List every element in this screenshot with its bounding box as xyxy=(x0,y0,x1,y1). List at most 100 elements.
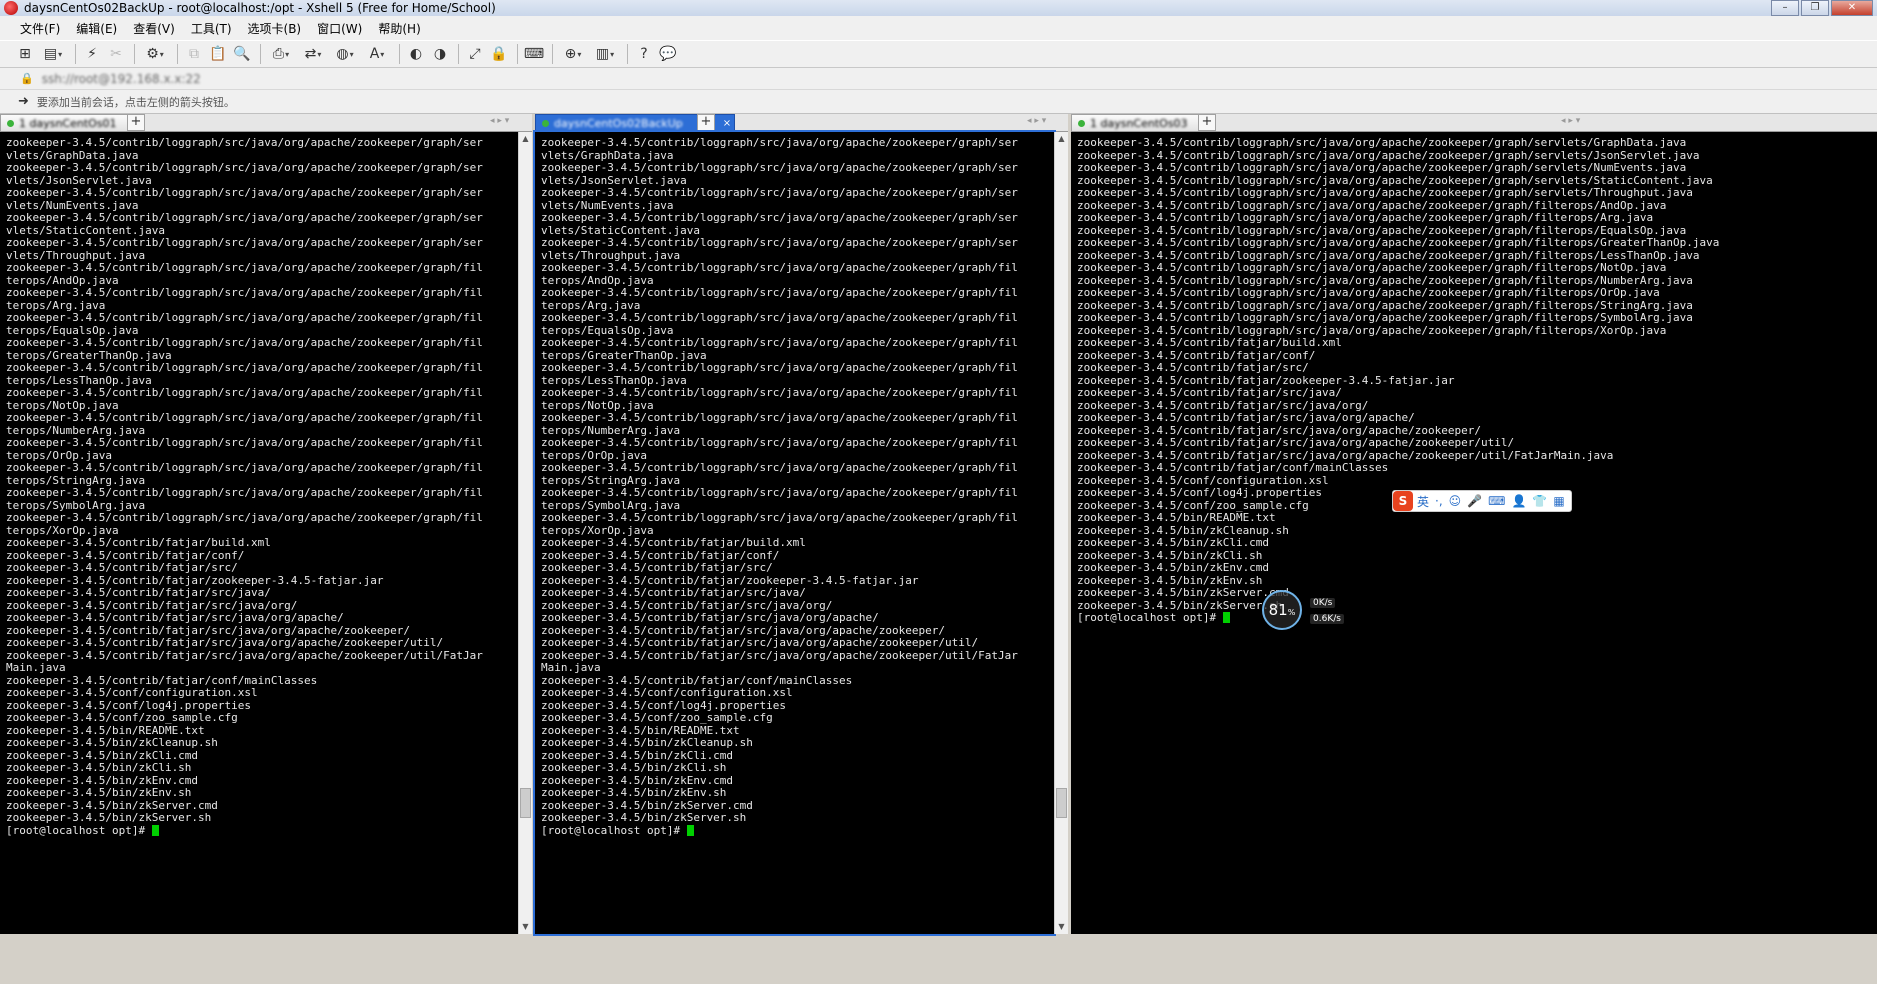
scroll-thumb[interactable] xyxy=(1056,788,1067,818)
cpu-usage-gauge: 81% xyxy=(1262,590,1302,630)
scroll-down-icon[interactable]: ▼ xyxy=(1055,920,1068,934)
session-hint-text: 要添加当前会话，点击左侧的箭头按钮。 xyxy=(36,95,235,109)
terminal-line: zookeeper-3.4.5/contrib/fatjar/src/java/… xyxy=(541,636,979,649)
address-input[interactable]: ssh://root@192.168.x.x:22 xyxy=(42,72,201,86)
disconnect-icon[interactable]: ✂ xyxy=(105,43,127,65)
terminal-line: zookeeper-3.4.5/contrib/loggraph/src/jav… xyxy=(1077,236,1720,249)
terminal-line: zookeeper-3.4.5/contrib/loggraph/src/jav… xyxy=(541,211,1018,224)
terminal-line: zookeeper-3.4.5/contrib/loggraph/src/jav… xyxy=(1077,286,1660,299)
prompt-text: [root@localhost opt]# xyxy=(541,823,687,837)
terminal-screen[interactable]: zookeeper-3.4.5/contrib/loggraph/src/jav… xyxy=(1071,132,1877,934)
ime-emoji-icon[interactable]: ☺ xyxy=(1449,494,1462,508)
terminal-line: zookeeper-3.4.5/contrib/loggraph/src/jav… xyxy=(6,461,483,474)
scroll-up-icon[interactable]: ▲ xyxy=(1055,132,1068,146)
terminal-line: zookeeper-3.4.5/contrib/loggraph/src/jav… xyxy=(6,211,483,224)
add-tab-button[interactable]: + xyxy=(127,114,145,131)
terminal-output: zookeeper-3.4.5/contrib/loggraph/src/jav… xyxy=(541,136,1018,837)
tab-navigation-icons[interactable]: ◂ ▸ ▾ xyxy=(1561,116,1580,126)
terminal-line: zookeeper-3.4.5/contrib/loggraph/src/jav… xyxy=(6,486,483,499)
fullscreen-icon[interactable]: ⤢ xyxy=(464,43,486,65)
script-icon[interactable]: ◑ xyxy=(429,43,451,65)
terminal-line: zookeeper-3.4.5/contrib/loggraph/src/jav… xyxy=(541,436,1018,449)
ime-user-icon[interactable]: 👤 xyxy=(1511,494,1526,508)
tab-label: 1 daysnCentOs01 xyxy=(19,116,117,130)
add-tab-button[interactable]: + xyxy=(697,114,715,131)
globe-icon[interactable]: ◍ xyxy=(330,43,360,65)
terminal-line: zookeeper-3.4.5/bin/zkCleanup.sh xyxy=(541,736,753,749)
tab-session-3[interactable]: 1 daysnCentOs03 × xyxy=(1071,114,1216,131)
prompt-text: [root@localhost opt]# xyxy=(1077,611,1223,624)
print-icon[interactable]: ⎙ xyxy=(266,43,296,65)
xshell-app-icon xyxy=(4,1,18,15)
ime-voice-icon[interactable]: 🎤 xyxy=(1467,494,1482,508)
address-bar: 🔒 ssh://root@192.168.x.x:22 xyxy=(0,68,1877,90)
toolbar-separator xyxy=(260,44,261,64)
copy-icon[interactable]: ⧉ xyxy=(183,43,205,65)
keyboard-icon[interactable]: ⌨ xyxy=(523,43,545,65)
terminal-line: zookeeper-3.4.5/contrib/fatjar/src/java/ xyxy=(1077,386,1342,399)
terminal-output: zookeeper-3.4.5/contrib/loggraph/src/jav… xyxy=(1077,136,1720,625)
ime-skin-icon[interactable]: 👕 xyxy=(1532,494,1547,508)
connect-icon[interactable]: ⚡ xyxy=(81,43,103,65)
tab-navigation-icons[interactable]: ◂ ▸ ▾ xyxy=(1027,116,1046,126)
open-folder-icon[interactable]: ▤ xyxy=(38,43,68,65)
terminal-output: zookeeper-3.4.5/contrib/loggraph/src/jav… xyxy=(6,136,483,837)
terminal-screen[interactable]: zookeeper-3.4.5/contrib/loggraph/src/jav… xyxy=(0,132,518,934)
close-window-button[interactable]: ✕ xyxy=(1831,0,1873,16)
lock-icon[interactable]: 🔒 xyxy=(488,43,510,65)
font-icon[interactable]: A xyxy=(362,43,392,65)
menu-tools[interactable]: 工具(T) xyxy=(183,20,240,37)
terminal-line: zookeeper-3.4.5/contrib/loggraph/src/jav… xyxy=(6,286,483,299)
terminal-line: zookeeper-3.4.5/bin/zkCli.sh xyxy=(541,761,727,774)
scroll-thumb[interactable] xyxy=(520,788,531,818)
session-properties-icon[interactable]: ⚙ xyxy=(140,43,170,65)
menu-tab[interactable]: 选项卡(B) xyxy=(240,20,310,37)
ime-menu-icon[interactable]: ▦ xyxy=(1553,494,1564,508)
tab-session-1[interactable]: 1 daysnCentOs01 × xyxy=(0,114,145,131)
pane-1: 1 daysnCentOs01 × + ◂ ▸ ▾ zookeeper-3.4.… xyxy=(0,114,532,984)
tab-label: daysnCentOs02BackUp xyxy=(554,116,683,130)
xftp-icon[interactable]: ◐ xyxy=(405,43,427,65)
tab-close-icon[interactable]: × xyxy=(720,118,734,129)
new-session-icon[interactable]: ⊞ xyxy=(14,43,36,65)
find-icon[interactable]: 🔍 xyxy=(231,43,253,65)
layout-icon[interactable]: ▥ xyxy=(590,43,620,65)
tab-strip: 1 daysnCentOs01 × + ◂ ▸ ▾ xyxy=(0,114,532,132)
ime-mode-label[interactable]: 英 xyxy=(1417,493,1429,510)
transfer-icon[interactable]: ⇄ xyxy=(298,43,328,65)
terminal-screen[interactable]: zookeeper-3.4.5/contrib/loggraph/src/jav… xyxy=(533,130,1056,936)
connected-status-icon xyxy=(1078,119,1085,127)
new-tab-icon[interactable]: ⊕ xyxy=(558,43,588,65)
paste-icon[interactable]: 📋 xyxy=(207,43,229,65)
ime-keyboard-icon[interactable]: ⌨ xyxy=(1488,494,1505,508)
add-tab-button[interactable]: + xyxy=(1198,114,1216,131)
network-monitor-widget[interactable]: 81% 0K/s 0.6K/s xyxy=(1262,590,1362,634)
menu-edit[interactable]: 编辑(E) xyxy=(68,20,125,37)
chat-icon[interactable]: 💬 xyxy=(657,43,679,65)
minimize-button[interactable]: – xyxy=(1771,0,1799,16)
ime-punctuation-icon[interactable]: ·, xyxy=(1435,494,1443,508)
terminal-scrollbar[interactable]: ▲ ▼ xyxy=(1054,132,1068,934)
window-controls: – ❐ ✕ xyxy=(1771,0,1873,16)
ime-toolbar[interactable]: S 英 ·, ☺ 🎤 ⌨ 👤 👕 ▦ xyxy=(1392,490,1572,512)
menu-help[interactable]: 帮助(H) xyxy=(370,20,428,37)
terminal-line: zookeeper-3.4.5/contrib/loggraph/src/jav… xyxy=(6,161,483,174)
menu-view[interactable]: 查看(V) xyxy=(125,20,183,37)
scroll-up-icon[interactable]: ▲ xyxy=(519,132,532,146)
terminal-scrollbar[interactable]: ▲ ▼ xyxy=(518,132,532,934)
terminal-line: zookeeper-3.4.5/contrib/loggraph/src/jav… xyxy=(541,486,1018,499)
terminal-line: zookeeper-3.4.5/conf/configuration.xsl xyxy=(6,686,258,699)
terminal-line: zookeeper-3.4.5/contrib/fatjar/src/java/ xyxy=(6,586,271,599)
terminal-line: zookeeper-3.4.5/contrib/loggraph/src/jav… xyxy=(1077,186,1693,199)
menu-file[interactable]: 文件(F) xyxy=(0,20,68,37)
scroll-down-icon[interactable]: ▼ xyxy=(519,920,532,934)
add-session-arrow-icon[interactable]: ➜ xyxy=(18,94,29,109)
help-icon[interactable]: ? xyxy=(633,43,655,65)
terminal-line: zookeeper-3.4.5/contrib/fatjar/src/ xyxy=(541,561,773,574)
menu-window[interactable]: 窗口(W) xyxy=(309,20,370,37)
terminal-line: zookeeper-3.4.5/contrib/loggraph/src/jav… xyxy=(541,136,1018,149)
terminal-line: zookeeper-3.4.5/contrib/loggraph/src/jav… xyxy=(6,361,483,374)
sogou-logo-icon[interactable]: S xyxy=(1393,491,1413,511)
tab-navigation-icons[interactable]: ◂ ▸ ▾ xyxy=(490,116,509,126)
maximize-button[interactable]: ❐ xyxy=(1801,0,1829,16)
